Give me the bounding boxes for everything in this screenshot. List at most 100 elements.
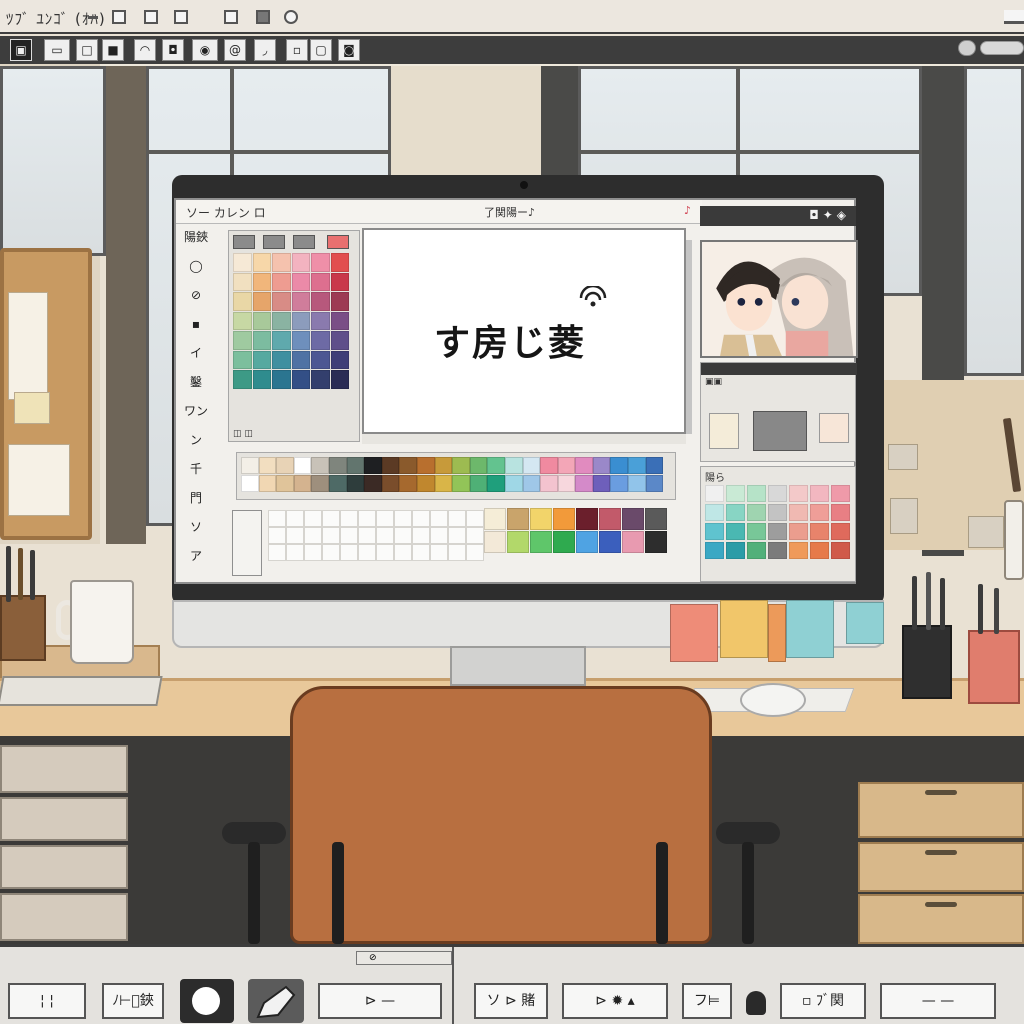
color-swatch[interactable] [789, 504, 808, 521]
color-swatch[interactable] [831, 523, 850, 540]
color-swatch[interactable] [540, 475, 558, 492]
tool-rail-item[interactable]: ワン [180, 400, 212, 422]
color-swatch[interactable] [530, 531, 552, 553]
color-swatch[interactable] [328, 475, 347, 492]
empty-swatch[interactable] [358, 544, 376, 561]
color-swatch[interactable] [233, 311, 252, 330]
empty-swatch[interactable] [394, 510, 412, 527]
empty-swatch[interactable] [466, 510, 484, 527]
tool-rail-item[interactable]: 門 [180, 487, 212, 509]
color-swatch[interactable] [504, 475, 523, 492]
color-swatch[interactable] [233, 370, 252, 389]
bottom-tab[interactable]: ⊘ [356, 951, 452, 965]
color-swatch[interactable] [747, 523, 766, 540]
color-swatch[interactable] [726, 542, 745, 559]
color-swatch[interactable] [291, 311, 310, 330]
color-swatch[interactable] [705, 504, 724, 521]
color-swatch[interactable] [452, 475, 470, 492]
brush-stroke-icon[interactable]: ◞ [254, 39, 276, 61]
empty-swatch[interactable] [430, 510, 448, 527]
empty-swatch[interactable] [340, 510, 358, 527]
color-swatch[interactable] [311, 272, 330, 291]
empty-swatch[interactable] [412, 527, 430, 544]
empty-swatch[interactable] [448, 510, 466, 527]
color-swatch[interactable] [747, 542, 766, 559]
color-swatch[interactable] [747, 485, 766, 502]
empty-swatch[interactable] [340, 544, 358, 561]
color-swatch[interactable] [705, 542, 724, 559]
color-swatch[interactable] [576, 508, 598, 530]
color-swatch[interactable] [747, 504, 766, 521]
bottom-field[interactable]: — — [880, 983, 996, 1019]
color-swatch[interactable] [252, 292, 271, 311]
tool-rail-item[interactable]: ン [180, 429, 212, 451]
empty-swatch[interactable] [358, 510, 376, 527]
color-swatch[interactable] [469, 475, 488, 492]
canvas-scrollbar[interactable] [686, 240, 692, 434]
color-swatch[interactable] [330, 350, 349, 369]
color-swatch[interactable] [252, 331, 271, 350]
color-swatch[interactable] [416, 475, 435, 492]
color-swatch[interactable] [810, 542, 829, 559]
panel-tab[interactable] [263, 235, 285, 249]
color-swatch[interactable] [311, 253, 330, 272]
empty-swatch[interactable] [412, 544, 430, 561]
color-swatch[interactable] [434, 457, 453, 474]
zoom-slider[interactable] [980, 41, 1024, 55]
empty-swatch[interactable] [448, 544, 466, 561]
color-swatch[interactable] [258, 457, 277, 474]
color-swatch[interactable] [291, 350, 310, 369]
tool-rail-item[interactable]: ▪ [180, 313, 212, 335]
color-swatch[interactable] [452, 457, 470, 474]
rectangle-icon[interactable]: ▭ [44, 39, 70, 61]
filled-square-icon[interactable] [256, 10, 270, 24]
color-swatch[interactable] [272, 292, 291, 311]
color-swatch[interactable] [311, 475, 329, 492]
color-swatch[interactable] [272, 370, 291, 389]
color-swatch[interactable] [346, 475, 365, 492]
color-swatch[interactable] [252, 253, 271, 272]
bottom-field[interactable]: ⊳ — [318, 983, 442, 1019]
color-swatch[interactable] [233, 253, 252, 272]
color-swatch[interactable] [522, 457, 541, 474]
panel-tab[interactable] [327, 235, 349, 249]
rounded-square-icon[interactable]: ▢ [310, 39, 332, 61]
color-swatch[interactable] [291, 272, 310, 291]
brush-size-button[interactable] [180, 979, 234, 1023]
color-swatch[interactable] [557, 475, 576, 492]
color-swatch[interactable] [241, 475, 259, 492]
color-swatch[interactable] [522, 475, 541, 492]
zoom-knob[interactable] [958, 40, 976, 56]
anime-artwork-thumbnail[interactable] [700, 240, 858, 358]
square-icon[interactable] [174, 10, 188, 24]
color-swatch[interactable] [592, 475, 611, 492]
stamp-icon[interactable]: ◘ [162, 39, 184, 61]
color-swatch[interactable] [311, 370, 330, 389]
color-swatch[interactable] [789, 485, 808, 502]
tool-rail-item[interactable]: ア [180, 545, 212, 567]
tool-rail-item[interactable]: イ [180, 342, 212, 364]
frame-icon[interactable]: ▣ [10, 39, 32, 61]
color-swatch[interactable] [810, 504, 829, 521]
color-swatch[interactable] [540, 457, 558, 474]
color-swatch[interactable] [484, 508, 506, 530]
color-swatch[interactable] [504, 457, 523, 474]
color-swatch[interactable] [628, 457, 646, 474]
color-swatch[interactable] [726, 504, 745, 521]
color-swatch[interactable] [592, 457, 611, 474]
minimize-icon[interactable] [88, 16, 98, 19]
color-swatch[interactable] [364, 475, 382, 492]
tool-rail-item[interactable]: ⊘ [180, 284, 212, 306]
empty-swatch[interactable] [304, 544, 322, 561]
empty-swatch[interactable] [322, 510, 340, 527]
empty-swatch[interactable] [340, 527, 358, 544]
panel-tab[interactable] [293, 235, 315, 249]
color-swatch[interactable] [622, 508, 644, 530]
color-swatch[interactable] [628, 475, 646, 492]
empty-swatch[interactable] [268, 544, 286, 561]
empty-swatch[interactable] [448, 527, 466, 544]
panel-tab[interactable] [233, 235, 255, 249]
color-swatch[interactable] [291, 370, 310, 389]
square-icon[interactable] [112, 10, 126, 24]
color-swatch[interactable] [575, 475, 593, 492]
